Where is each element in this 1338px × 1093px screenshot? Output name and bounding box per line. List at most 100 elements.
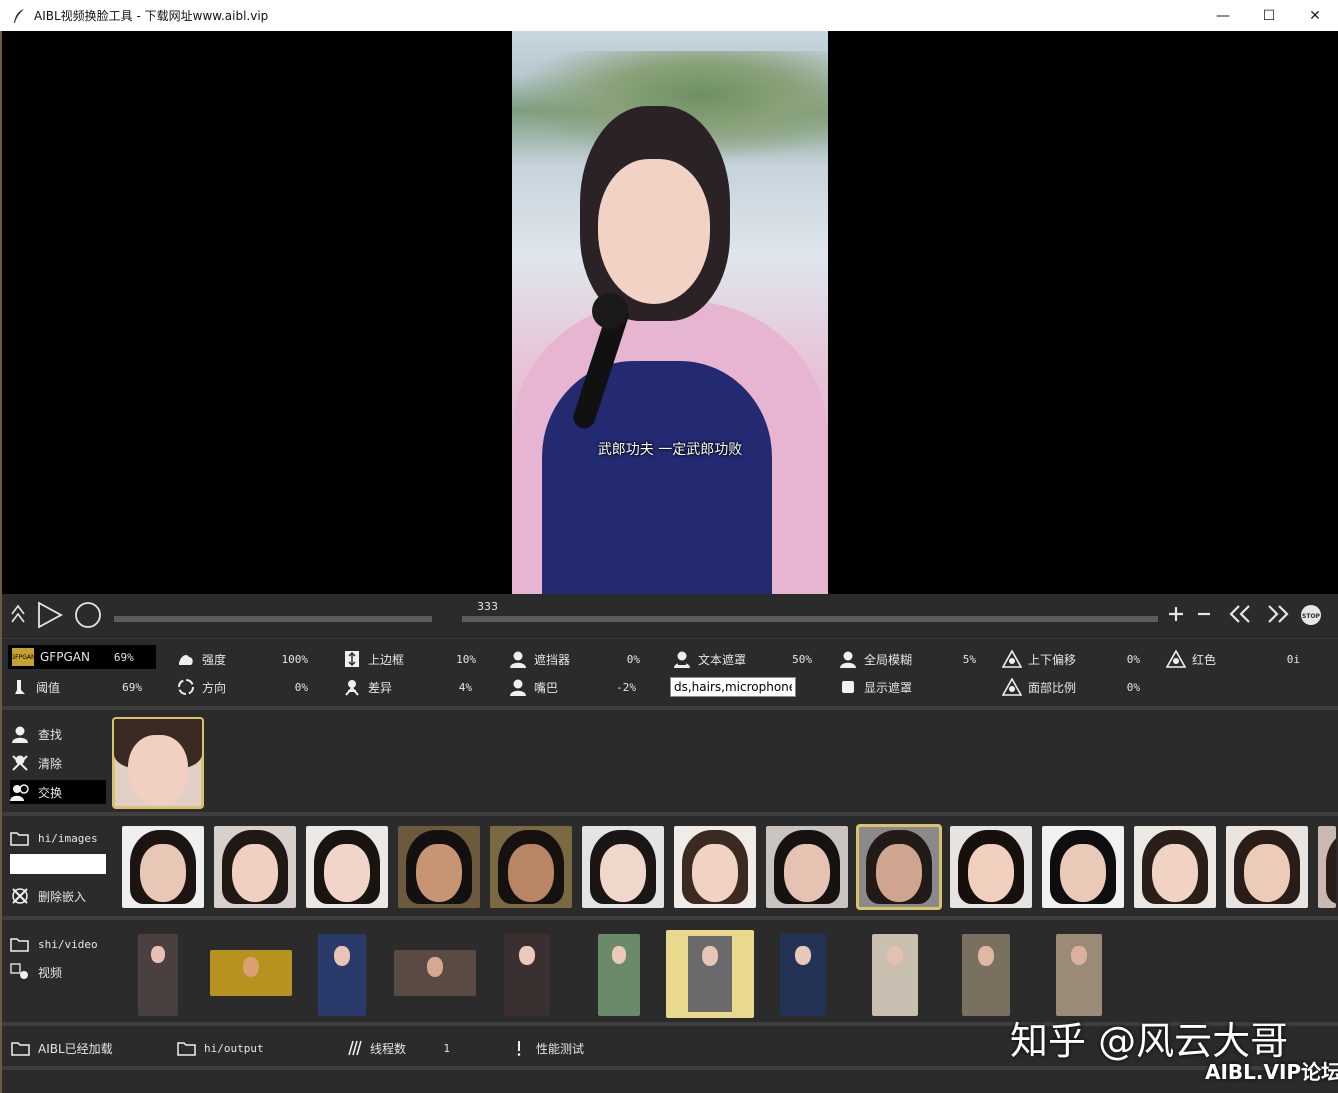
plus-icon[interactable]: [1168, 606, 1184, 622]
top-border-value[interactable]: 10%: [456, 653, 476, 666]
video-thumbnail[interactable]: [504, 934, 550, 1016]
show-mask-checkbox-icon[interactable]: [838, 678, 858, 696]
source-image-thumbnail[interactable]: [1226, 826, 1308, 908]
thumbnail-face: [519, 946, 535, 966]
show-mask-toggle[interactable]: 显示遮罩: [838, 677, 976, 697]
difference-param[interactable]: 差异 4%: [342, 677, 472, 697]
threshold-param[interactable]: 阈值 69%: [10, 677, 142, 697]
video-thumbnail[interactable]: [1056, 934, 1102, 1016]
face-scale-value[interactable]: 0%: [1127, 681, 1140, 694]
source-image-thumbnail[interactable]: [306, 826, 388, 908]
fast-forward-icon[interactable]: [1266, 604, 1290, 624]
text-mask-icon: [672, 650, 692, 668]
difference-value[interactable]: 4%: [459, 681, 472, 694]
video-subtitle: 武郎功夫 一定武郎功败: [597, 442, 743, 458]
source-image-thumbnail[interactable]: [1318, 826, 1336, 908]
occluder-icon: [508, 650, 528, 668]
source-image-thumbnail[interactable]: [766, 826, 848, 908]
text-mask-value[interactable]: 50%: [792, 653, 812, 666]
source-image-thumbnail[interactable]: [122, 826, 204, 908]
gfpgan-toggle[interactable]: GFPGAN GFPGAN 69%: [8, 645, 156, 669]
maximize-button[interactable]: ☐: [1246, 0, 1292, 31]
threads-icon: [342, 1040, 364, 1056]
mouth-param[interactable]: 嘴巴 -2%: [508, 677, 636, 697]
occluder-value[interactable]: 0%: [627, 653, 640, 666]
close-button[interactable]: ✕: [1292, 0, 1338, 31]
red-value[interactable]: 0i: [1287, 653, 1300, 666]
video-thumbnail[interactable]: [780, 934, 826, 1016]
source-image-thumbnail[interactable]: [582, 826, 664, 908]
top-border-param[interactable]: 上边框 10%: [342, 649, 476, 669]
benchmark-button[interactable]: 性能测试: [508, 1038, 584, 1058]
source-image-thumbnail[interactable]: [856, 824, 942, 910]
video-thumbnail[interactable]: [138, 934, 178, 1016]
record-icon[interactable]: [74, 601, 102, 629]
source-image-thumbnail[interactable]: [674, 826, 756, 908]
vertical-offset-value[interactable]: 0%: [1127, 653, 1140, 666]
minimize-button[interactable]: —: [1200, 0, 1246, 31]
folder-icon: [10, 1040, 32, 1056]
source-image-thumbnail[interactable]: [398, 826, 480, 908]
video-thumbnail[interactable]: [872, 934, 918, 1016]
strength-param[interactable]: 强度 100%: [176, 649, 308, 669]
video-thumbnail[interactable]: [394, 950, 476, 996]
clear-faces-button[interactable]: 清除: [10, 751, 62, 775]
play-icon[interactable]: [36, 600, 64, 630]
strength-value[interactable]: 100%: [282, 653, 309, 666]
timeline-remaining[interactable]: [462, 616, 1158, 622]
video-viewer[interactable]: 武郎功夫 一定武郎功败: [2, 31, 1338, 594]
mouth-icon: [508, 678, 528, 696]
found-face-thumbnail[interactable]: [112, 717, 204, 809]
video-label: 视频: [38, 965, 63, 980]
red-param[interactable]: 红色 0i: [1166, 649, 1300, 669]
vertical-offset-param[interactable]: 上下偏移 0%: [1002, 649, 1140, 669]
images-folder-button[interactable]: hi/images: [10, 826, 98, 850]
rewind-icon[interactable]: [1228, 604, 1252, 624]
swap-person-icon: [10, 782, 30, 802]
timeline-played[interactable]: [114, 616, 432, 622]
model-loaded-label: AIBL已经加载: [38, 1041, 113, 1056]
status-bar: [2, 1066, 1338, 1093]
video-thumbnail[interactable]: [962, 934, 1010, 1016]
text-mask-param[interactable]: 文本遮罩 50%: [672, 649, 812, 669]
global-blur-param[interactable]: 全局模糊 5%: [838, 649, 976, 669]
source-image-thumbnail[interactable]: [214, 826, 296, 908]
output-folder-button[interactable]: hi/output: [176, 1038, 264, 1058]
text-mask-input[interactable]: [670, 677, 796, 697]
video-thumbnail[interactable]: [318, 934, 366, 1016]
mouth-value[interactable]: -2%: [616, 681, 636, 694]
thumbnail-face: [1071, 946, 1087, 966]
video-button[interactable]: 视频: [10, 960, 62, 984]
find-faces-button[interactable]: 查找: [10, 722, 62, 746]
collapse-icon[interactable]: [10, 602, 26, 626]
thumbnail-face: [600, 844, 646, 902]
source-image-thumbnail[interactable]: [1134, 826, 1216, 908]
occluder-param[interactable]: 遮挡器 0%: [508, 649, 640, 669]
source-image-thumbnail[interactable]: [490, 826, 572, 908]
thumbnail-face: [140, 844, 186, 902]
model-folder-button[interactable]: AIBL已经加载: [10, 1038, 113, 1058]
threads-param[interactable]: 线程数 1: [342, 1038, 450, 1058]
source-image-thumbnail[interactable]: [950, 826, 1032, 908]
threads-value[interactable]: 1: [443, 1042, 450, 1055]
video-thumbnail[interactable]: [210, 950, 292, 996]
global-blur-label: 全局模糊: [864, 652, 913, 667]
minus-icon[interactable]: [1196, 606, 1212, 622]
swap-faces-button[interactable]: 交换: [10, 780, 106, 804]
video-thumbnail[interactable]: [666, 930, 754, 1018]
images-search-field[interactable]: [10, 854, 106, 874]
direction-param[interactable]: 方向 0%: [176, 677, 308, 697]
global-blur-value[interactable]: 5%: [963, 653, 976, 666]
source-image-thumbnail[interactable]: [1042, 826, 1124, 908]
direction-value[interactable]: 0%: [295, 681, 308, 694]
delete-embedding-button[interactable]: 删除嵌入: [10, 884, 86, 908]
video-swap-icon: [10, 962, 30, 982]
video-thumbnail[interactable]: [598, 934, 640, 1016]
face-scale-param[interactable]: 面部比例 0%: [1002, 677, 1140, 697]
thumbnail-face: [334, 946, 350, 967]
threshold-value[interactable]: 69%: [122, 681, 142, 694]
images-folder-label: hi/images: [38, 831, 98, 845]
stop-icon[interactable]: STOP: [1300, 604, 1322, 626]
gfpgan-value[interactable]: 69%: [114, 651, 134, 664]
video-folder-button[interactable]: shi/video: [10, 932, 98, 956]
